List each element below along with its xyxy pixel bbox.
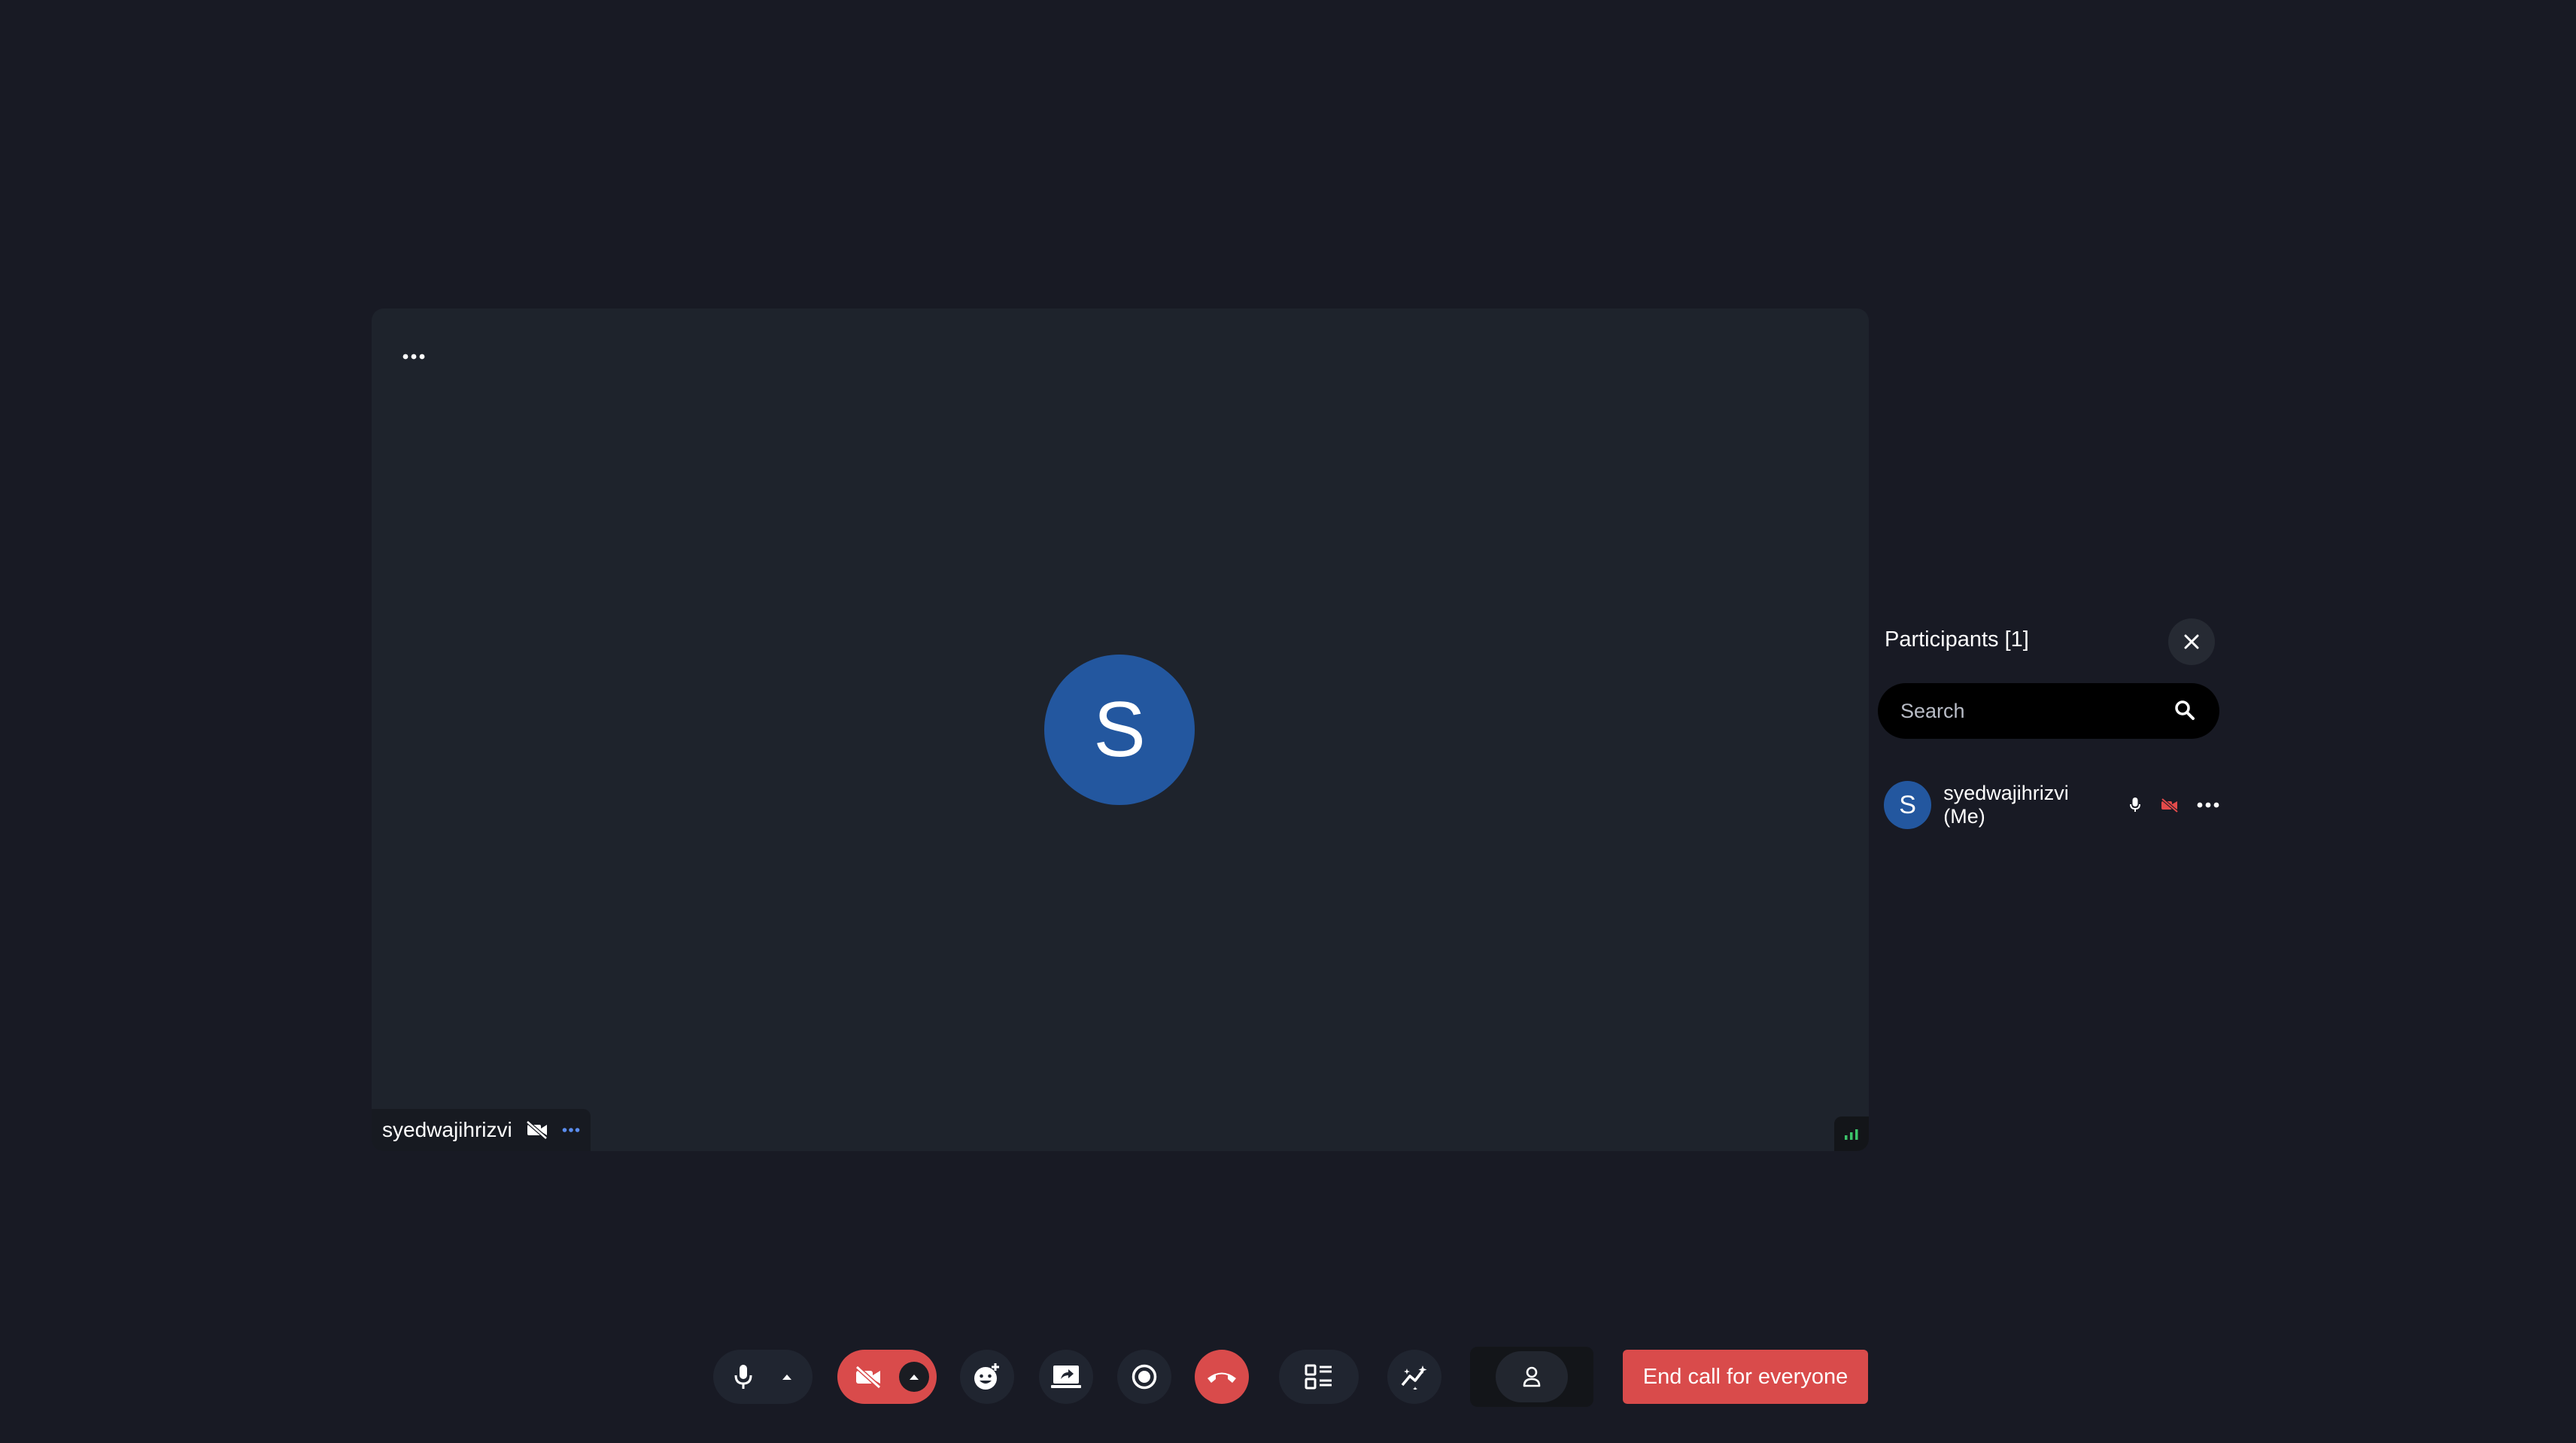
- layout-button[interactable]: [1279, 1350, 1359, 1404]
- participant-avatar: S: [1044, 655, 1195, 805]
- video-off-icon: [855, 1365, 882, 1389]
- avatar-initial: S: [1093, 685, 1146, 773]
- microphone-icon: [2130, 797, 2140, 812]
- close-icon: [2184, 634, 2199, 649]
- close-panel-button[interactable]: [2168, 618, 2215, 665]
- microphone-control: [713, 1350, 813, 1404]
- participant-search[interactable]: [1878, 683, 2219, 739]
- participants-toggle-container: [1470, 1347, 1593, 1407]
- participant-name: syedwajihrizvi (Me): [1943, 782, 2069, 828]
- layout-icon: [1305, 1364, 1332, 1390]
- participant-list-item: S syedwajihrizvi (Me): [1884, 781, 2219, 829]
- screen-share-button[interactable]: [1039, 1350, 1093, 1404]
- screen-share-icon: [1051, 1366, 1081, 1388]
- microphone-icon: [734, 1365, 752, 1389]
- avatar: S: [1884, 781, 1932, 829]
- more-horizontal-icon: [562, 1128, 580, 1132]
- microphone-toggle-button[interactable]: [734, 1363, 753, 1390]
- network-signal-icon: [1845, 1129, 1858, 1140]
- camera-control: [837, 1350, 937, 1404]
- emoji-add-icon: [974, 1363, 999, 1390]
- chevron-up-icon: [910, 1375, 919, 1380]
- record-icon: [1132, 1364, 1157, 1390]
- video-tile: S syedwajihrizvi: [372, 308, 1869, 1151]
- participants-panel-title: Participants [1]: [1885, 627, 2029, 652]
- search-input[interactable]: [1899, 698, 2158, 724]
- hang-up-icon: [1208, 1372, 1236, 1383]
- audio-options-button[interactable]: [781, 1373, 793, 1381]
- video-off-icon: [526, 1120, 548, 1140]
- participant-name: syedwajihrizvi: [382, 1118, 512, 1141]
- participant-more-button[interactable]: [2197, 802, 2219, 808]
- participant-mic-status: [2129, 797, 2141, 813]
- chevron-up-icon: [782, 1375, 791, 1380]
- tile-more-options-button[interactable]: [394, 337, 433, 376]
- person-icon: [1523, 1366, 1541, 1387]
- camera-toggle-button[interactable]: [854, 1365, 882, 1389]
- participants-button[interactable]: [1496, 1351, 1568, 1402]
- leave-call-button[interactable]: [1195, 1350, 1249, 1404]
- participant-options-button[interactable]: [562, 1127, 580, 1133]
- effects-icon: [1401, 1366, 1427, 1390]
- effects-button[interactable]: [1387, 1350, 1441, 1404]
- participant-name-tag: syedwajihrizvi: [372, 1109, 591, 1151]
- more-horizontal-icon: [2197, 802, 2219, 808]
- more-horizontal-icon: [402, 354, 425, 360]
- record-button[interactable]: [1117, 1350, 1171, 1404]
- reactions-button[interactable]: [960, 1350, 1014, 1404]
- avatar-initial: S: [1899, 790, 1916, 819]
- video-off-icon: [2161, 797, 2179, 813]
- search-icon[interactable]: [2173, 698, 2197, 722]
- network-signal-indicator[interactable]: [1834, 1116, 1869, 1151]
- participant-camera-status: [2161, 797, 2179, 813]
- end-call-for-everyone-button[interactable]: End call for everyone: [1623, 1350, 1868, 1404]
- video-options-button[interactable]: [899, 1362, 929, 1392]
